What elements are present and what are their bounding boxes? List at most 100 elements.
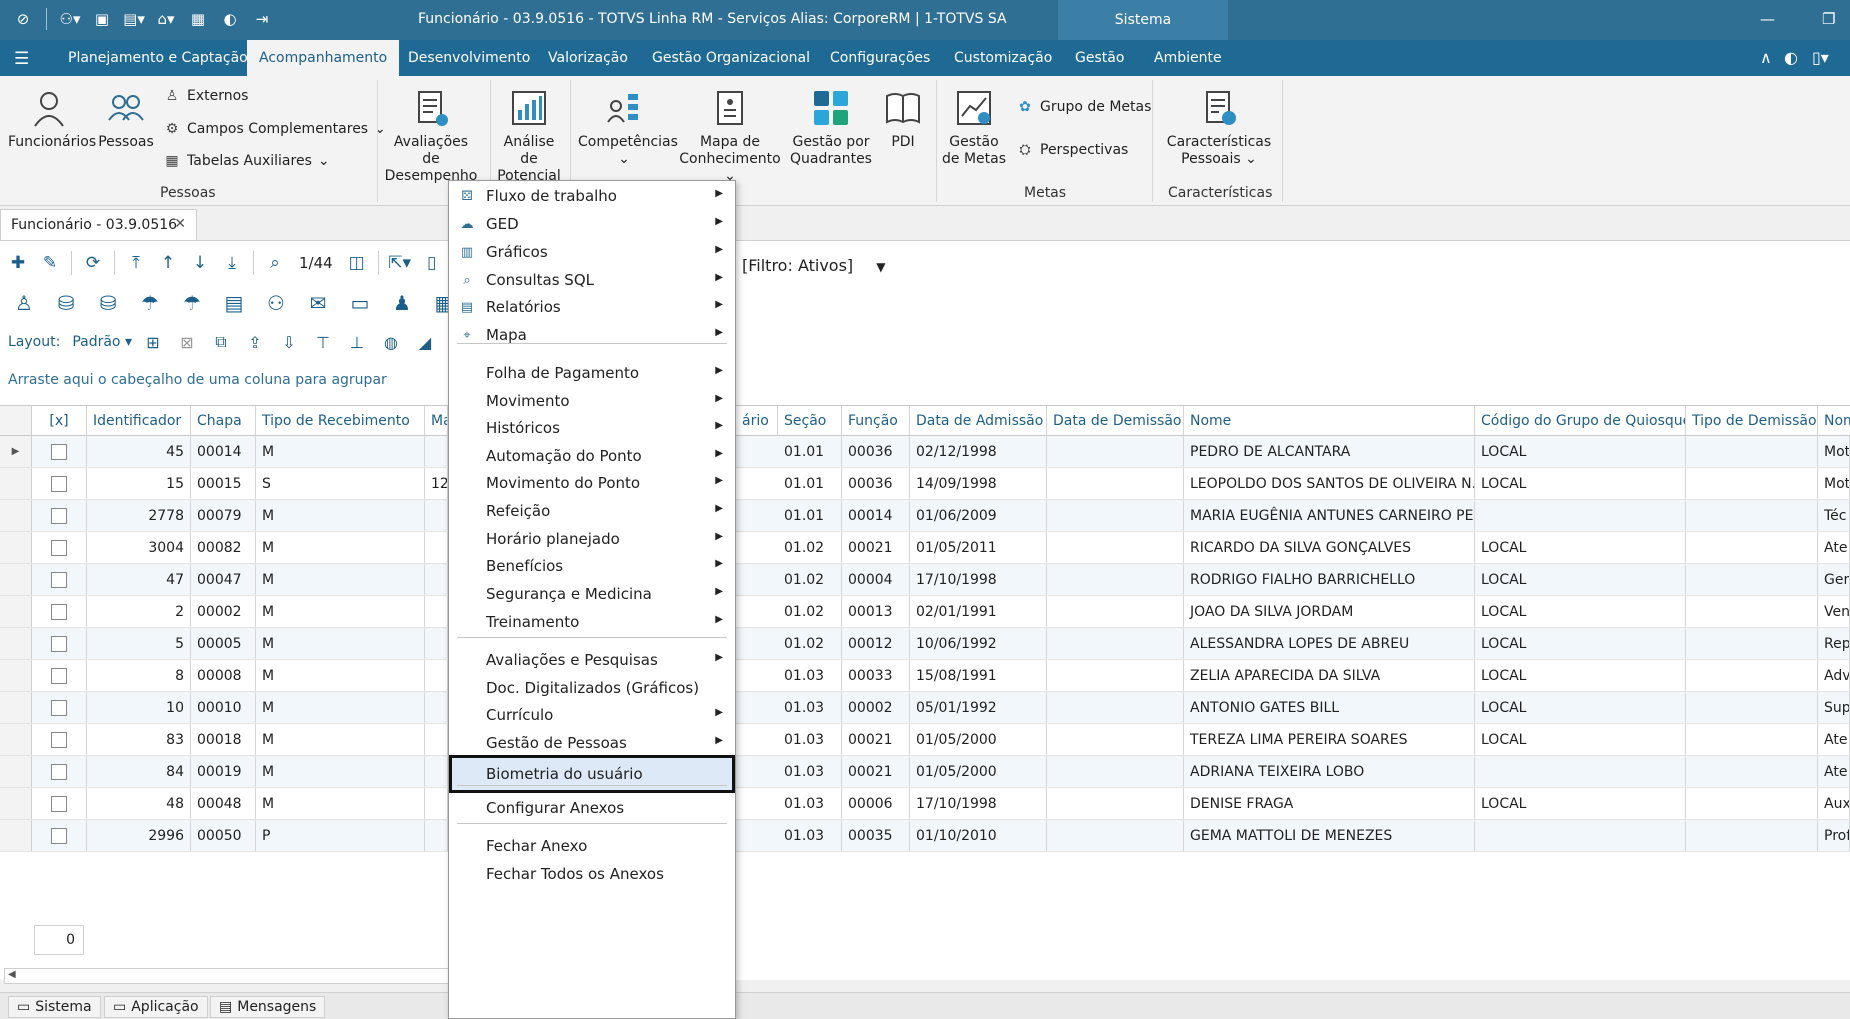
column-header-nome-funcao[interactable]: Nom [1818,406,1850,435]
table-row[interactable]: 83 00018 M 01.03 00021 01/05/2000 TEREZA LIMA … [0,724,1850,756]
columns-icon[interactable]: ◫ [343,249,371,277]
refresh-icon[interactable]: ⟳ [79,249,107,277]
column-header-salario[interactable]: ário [736,406,778,435]
panel-icon[interactable]: ▯▾ [1812,48,1829,67]
first-record-icon[interactable]: ⤒ [122,249,150,277]
competencias-button[interactable]: Competências ⌄ [578,88,678,168]
table-row[interactable]: 8 00008 M 01.03 00033 15/08/1991 ZELIA APARECI… [0,660,1850,692]
calculator-icon[interactable]: ▦ [185,8,211,30]
menu-item-seguranca-e-medicina[interactable]: Segurança e Medicina ▶ [449,579,735,609]
menu-item-mapa[interactable]: ⌖ Mapa ▶ [449,320,735,350]
status-sistema-button[interactable]: ▭ Sistema [8,996,101,1018]
add-icon[interactable]: ✚ [4,249,32,277]
table-row[interactable]: 2 00002 M 01.02 00013 02/01/1991 JOAO DA SILVA… [0,596,1850,628]
column-header-select[interactable]: [x] [32,406,87,435]
context-tab-sistema[interactable]: Sistema [1058,0,1228,40]
row-checkbox[interactable] [51,507,67,524]
row-checkbox[interactable] [51,475,67,492]
tab-acompanhamento[interactable]: Acompanhamento [247,40,400,76]
row-checkbox[interactable] [51,827,67,844]
menu-item-folha-de-pagamento[interactable]: Folha de Pagamento ▶ [449,358,735,388]
last-record-icon[interactable]: ⤓ [218,249,246,277]
menu-item-automacao-do-ponto[interactable]: Automação do Ponto ▶ [449,441,735,471]
database-icon[interactable]: ⛁ [50,287,82,319]
column-header-data-demissao[interactable]: Data de Demissão [1047,406,1184,435]
pin-down-icon[interactable]: ⊥ [344,330,370,354]
help-icon[interactable]: ◐ [1784,48,1798,67]
campos-complementares-button[interactable]: ⚙ Campos Complementares ⌄ [163,120,386,138]
layout-icon[interactable]: ▤▾ [121,8,147,30]
pessoas-button[interactable]: Pessoas [96,88,156,151]
tabelas-auxiliares-button[interactable]: ▦ Tabelas Auxiliares ⌄ [163,152,329,170]
search-icon[interactable]: ⌕ [261,249,289,277]
save-layout-icon[interactable]: ⧉ [208,330,234,354]
row-checkbox[interactable] [51,731,67,748]
card-icon[interactable]: ▭ [344,287,376,319]
menu-item-movimento[interactable]: Movimento ▶ [449,386,735,416]
column-header-data-admissao[interactable]: Data de Admissão [910,406,1047,435]
column-header-chapa[interactable]: Chapa [191,406,256,435]
row-checkbox[interactable] [51,571,67,588]
menu-item-treinamento[interactable]: Treinamento ▶ [449,607,735,637]
scroll-left-icon[interactable]: ◀ [8,969,16,980]
column-header-tipo-recebimento[interactable]: Tipo de Recebimento [256,406,425,435]
grupo-metas-button[interactable]: ✿ Grupo de Metas [1016,98,1151,116]
export-layout-icon[interactable]: ⇩ [276,330,302,354]
column-header-funcao[interactable]: Função [842,406,910,435]
add-layout-icon[interactable]: ⊞ [140,330,166,354]
table-row[interactable]: 84 00019 M 01.03 00021 01/05/2000 ADRIANA TEIX… [0,756,1850,788]
row-checkbox[interactable] [51,635,67,652]
menu-item-avaliacoes-e-pesquisas[interactable]: Avaliações e Pesquisas ▶ [449,645,735,675]
envelope-icon[interactable]: ✉ [302,287,334,319]
tab-customizacao[interactable]: Customização [942,40,1064,76]
layout-selector[interactable]: Padrão ▾ [72,334,132,350]
table-row[interactable]: ▶ 45 00014 M 01.01 00036 02/12/1998 PEDRO DE AL… [0,436,1850,468]
pin-icon[interactable]: ⊤ [310,330,336,354]
tree-icon[interactable]: ⚇▾ [57,8,83,30]
tab-gestao-organizacional[interactable]: Gestão Organizacional [640,40,822,76]
gestao-metas-button[interactable]: Gestão de Metas [942,88,1006,168]
column-header-ma[interactable]: Ma [425,406,448,435]
people-remove-icon[interactable]: ⚇ [260,287,292,319]
table-row[interactable]: 47 00047 M 01.02 00004 17/10/1998 RODRIGO FIAL… [0,564,1850,596]
import-layout-icon[interactable]: ⇪ [242,330,268,354]
close-icon[interactable]: ✕ [174,216,186,232]
table-row[interactable]: 2778 00079 M 01.01 00014 01/06/2009 MARIA EUGÊ… [0,500,1850,532]
menu-item-ged[interactable]: ☁ GED ▶ [449,209,735,239]
document-icon[interactable]: ▯ [418,249,446,277]
menu-item-relatorios[interactable]: ▤ Relatórios ▶ [449,292,735,322]
umbrella-icon[interactable]: ☂ [134,287,166,319]
pdi-button[interactable]: PDI [878,88,928,151]
menu-item-beneficios[interactable]: Benefícios ▶ [449,551,735,581]
database-add-icon[interactable]: ⛁ [92,287,124,319]
row-checkbox[interactable] [51,443,67,460]
status-aplicacao-button[interactable]: ▭ Aplicação [104,996,208,1018]
menu-item-doc-digitalizados-graficos[interactable]: Doc. Digitalizados (Gráficos) [449,673,735,703]
tab-desenvolvimento[interactable]: Desenvolvimento [396,40,542,76]
table-row[interactable]: 5 00005 M 01.02 00012 10/06/1992 ALESSANDRA LO… [0,628,1850,660]
row-checkbox[interactable] [51,699,67,716]
avaliacoes-desempenho-button[interactable]: Avaliações de Desempenho [384,88,478,185]
menu-item-consultas-sql[interactable]: ⌕ Consultas SQL ▶ [449,265,735,295]
menu-item-fechar-todos-os-anexos[interactable]: Fechar Todos os Anexos [449,859,735,889]
tab-configuracoes[interactable]: Configurações [818,40,942,76]
mapa-conhecimento-button[interactable]: Mapa de Conhecimento ⌄ [676,88,784,185]
column-header-identificador[interactable]: Identificador [87,406,191,435]
funcionarios-button[interactable]: Funcionários [8,88,96,151]
horizontal-scrollbar[interactable]: ◀ [4,968,454,984]
tab-ambiente[interactable]: Ambiente [1142,40,1234,76]
table-row[interactable]: 2996 00050 P 01.03 00035 01/10/2010 GEMA MATTO… [0,820,1850,852]
row-checkbox[interactable] [51,667,67,684]
doc-tab-funcionario[interactable]: Funcionário - 03.9.0516 ✕ [0,209,197,240]
minimize-button[interactable]: — [1760,10,1775,28]
chart-bubble-icon[interactable]: ◍ [378,330,404,354]
menu-item-horario-planejado[interactable]: Horário planejado ▶ [449,524,735,554]
home-icon[interactable]: ⌂▾ [153,8,179,30]
next-record-icon[interactable]: ↓ [186,249,214,277]
tab-valorizacao[interactable]: Valorização [536,40,640,76]
menu-item-graficos[interactable]: ▥ Gráficos ▶ [449,237,735,267]
table-row[interactable]: 48 00048 M 01.03 00006 17/10/1998 DENISE FRAGA… [0,788,1850,820]
export-icon[interactable]: ⇱▾ [386,249,414,277]
table-row[interactable]: 15 00015 S 12 01.01 00036 14/09/1998 LEOPOLDO D… [0,468,1850,500]
externos-button[interactable]: ♙ Externos [163,87,249,105]
